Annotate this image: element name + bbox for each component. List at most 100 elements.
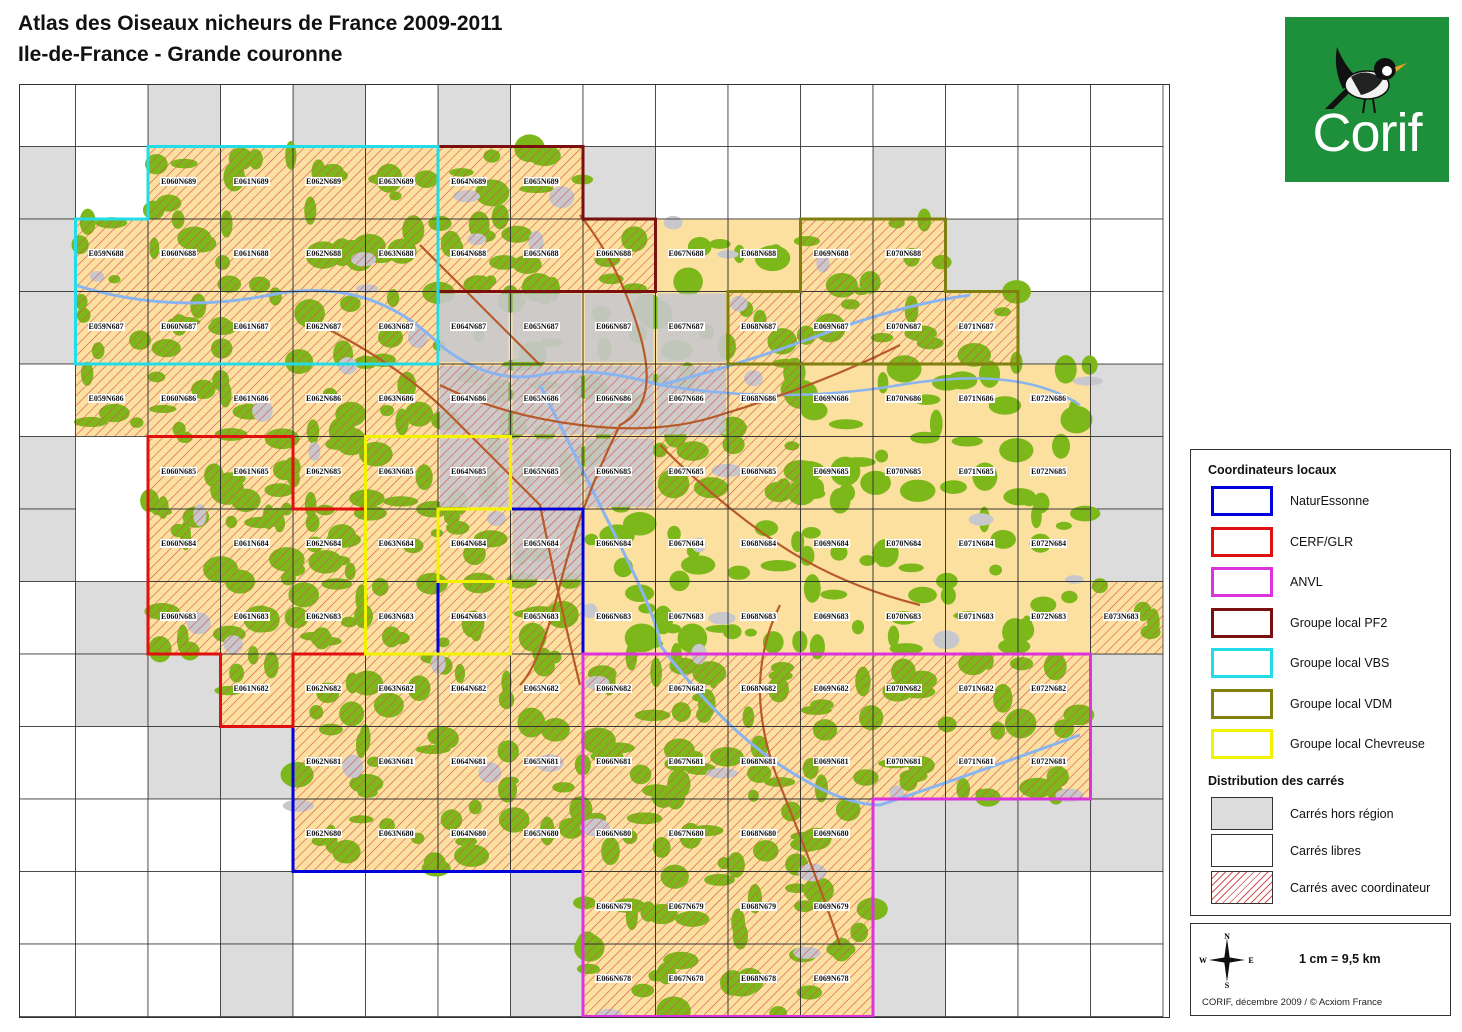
white-square-E067N689: [655, 146, 729, 220]
grey-square-E073N684: [1090, 508, 1164, 582]
legend: Coordinateurs locaux NaturEssonne CERF/GL…: [1190, 449, 1451, 916]
white-square-E064N678: [437, 943, 511, 1017]
square-label: E067N684: [667, 539, 705, 548]
grey-square-E059N683: [75, 581, 149, 655]
white-square-E073N688: [1090, 218, 1164, 292]
square-label: E062N689: [305, 176, 343, 186]
white-square-E073N690: [1090, 85, 1164, 147]
legend-label: Carrés libres: [1290, 844, 1361, 858]
square-label: E070N688: [885, 249, 923, 258]
square-label: E064N680: [450, 829, 488, 838]
map-subtitle: Ile-de-France - Grande couronne: [18, 43, 343, 66]
grey-square-E060N682: [147, 653, 221, 727]
legend-swatch: [1211, 486, 1273, 516]
white-square-E058N679: [20, 871, 76, 945]
square-label: E065N680: [522, 829, 560, 838]
white-square-E068N690: [727, 85, 801, 147]
legend-label: Carrés hors région: [1290, 807, 1394, 821]
square-label: E066N681: [595, 756, 633, 766]
scale-box: N S E W 1 cm = 9,5 km CORIF, décembre 20…: [1190, 923, 1451, 1016]
legend-label: Groupe local VDM: [1290, 696, 1393, 711]
white-square-E073N678: [1090, 943, 1164, 1017]
square-label: E066N685: [595, 466, 633, 476]
square-label: E072N683: [1030, 611, 1068, 621]
square-label: E061N686: [232, 394, 270, 403]
square-label: E069N680: [812, 829, 850, 838]
white-square-E072N679: [1017, 871, 1091, 945]
legend-swatch: [1211, 871, 1273, 904]
square-label: E062N680: [305, 829, 343, 838]
square-label: E072N681: [1030, 756, 1068, 766]
white-square-E062N679: [292, 871, 366, 945]
credit-text: CORIF, décembre 2009 / © Acxiom France: [1202, 997, 1383, 1008]
square-label: E061N683: [232, 611, 270, 621]
grey-square-E072N680: [1017, 798, 1091, 872]
square-label: E065N682: [522, 684, 560, 693]
grey-square-E060N681: [147, 726, 221, 800]
grey-square-E066N689: [582, 146, 656, 220]
square-label: E062N688: [305, 249, 343, 258]
legend-swatch: [1211, 648, 1273, 678]
grey-square-E058N689: [20, 146, 76, 220]
square-label: E066N682: [595, 684, 633, 693]
square-label: E071N681: [957, 756, 995, 766]
square-label: E068N688: [740, 249, 778, 258]
white-square-E059N681: [75, 726, 149, 800]
white-square-E060N679: [147, 871, 221, 945]
square-label: E065N688: [522, 249, 560, 258]
square-label: E067N679: [667, 901, 705, 911]
legend-label: CERF/GLR: [1290, 534, 1354, 549]
white-square-E073N679: [1090, 871, 1164, 945]
legend-swatch: [1211, 607, 1273, 638]
grey-square-E065N678: [510, 943, 584, 1017]
legend-swatch: [1211, 526, 1273, 557]
white-square-E064N679: [437, 871, 511, 945]
square-label: E068N686: [740, 394, 778, 403]
square-label: E060N684: [160, 539, 198, 548]
square-label: E071N686: [957, 394, 995, 403]
square-label: E067N687: [667, 321, 705, 331]
square-label: E063N684: [377, 539, 415, 548]
square-label: E062N682: [305, 684, 343, 693]
square-label: E060N683: [160, 611, 198, 621]
square-label: E071N687: [957, 321, 995, 331]
square-label: E069N679: [812, 901, 850, 911]
legend-item-distribution: Carrés libres: [1211, 834, 1462, 874]
square-label: E073N683: [1102, 611, 1140, 621]
square-label: E062N681: [305, 756, 343, 766]
square-label: E066N684: [595, 539, 633, 548]
grey-square-E058N687: [20, 291, 76, 365]
grey-square-E073N682: [1090, 653, 1164, 727]
square-label: E064N687: [450, 321, 488, 331]
legend-item-coordinator: Groupe local VBS: [1211, 648, 1462, 688]
white-square-E071N690: [945, 85, 1019, 147]
legend-item-distribution: Carrés hors région: [1211, 797, 1462, 837]
grey-square-E060N690: [147, 85, 221, 147]
square-label: E061N685: [232, 466, 270, 476]
grey-square-E058N688: [20, 218, 76, 292]
compass-w: W: [1199, 956, 1207, 965]
square-label: E064N685: [450, 466, 488, 476]
square-label: E062N684: [305, 539, 343, 548]
square-label: E060N686: [160, 394, 198, 403]
grey-square-E073N681: [1090, 726, 1164, 800]
square-label: E067N688: [667, 249, 705, 258]
white-square-E060N680: [147, 798, 221, 872]
corif-logo: Corif: [1285, 17, 1449, 182]
square-label: E068N680: [740, 829, 778, 838]
square-label: E060N687: [160, 321, 198, 331]
square-label: E062N685: [305, 466, 343, 476]
square-label: E060N689: [160, 176, 198, 186]
legend-label: NaturEssonne: [1290, 494, 1370, 508]
square-label: E071N684: [957, 539, 995, 548]
white-square-E059N680: [75, 798, 149, 872]
square-label: E069N678: [812, 974, 850, 983]
square-label: E070N681: [885, 756, 923, 766]
compass-rose-icon: N S E W: [1199, 932, 1254, 990]
legend-swatch: [1211, 729, 1273, 759]
white-square-E071N678: [945, 943, 1019, 1017]
square-label: E064N686: [450, 394, 488, 403]
square-label: E066N688: [595, 249, 633, 258]
square-label: E066N680: [595, 829, 633, 838]
white-square-E058N682: [20, 653, 76, 727]
